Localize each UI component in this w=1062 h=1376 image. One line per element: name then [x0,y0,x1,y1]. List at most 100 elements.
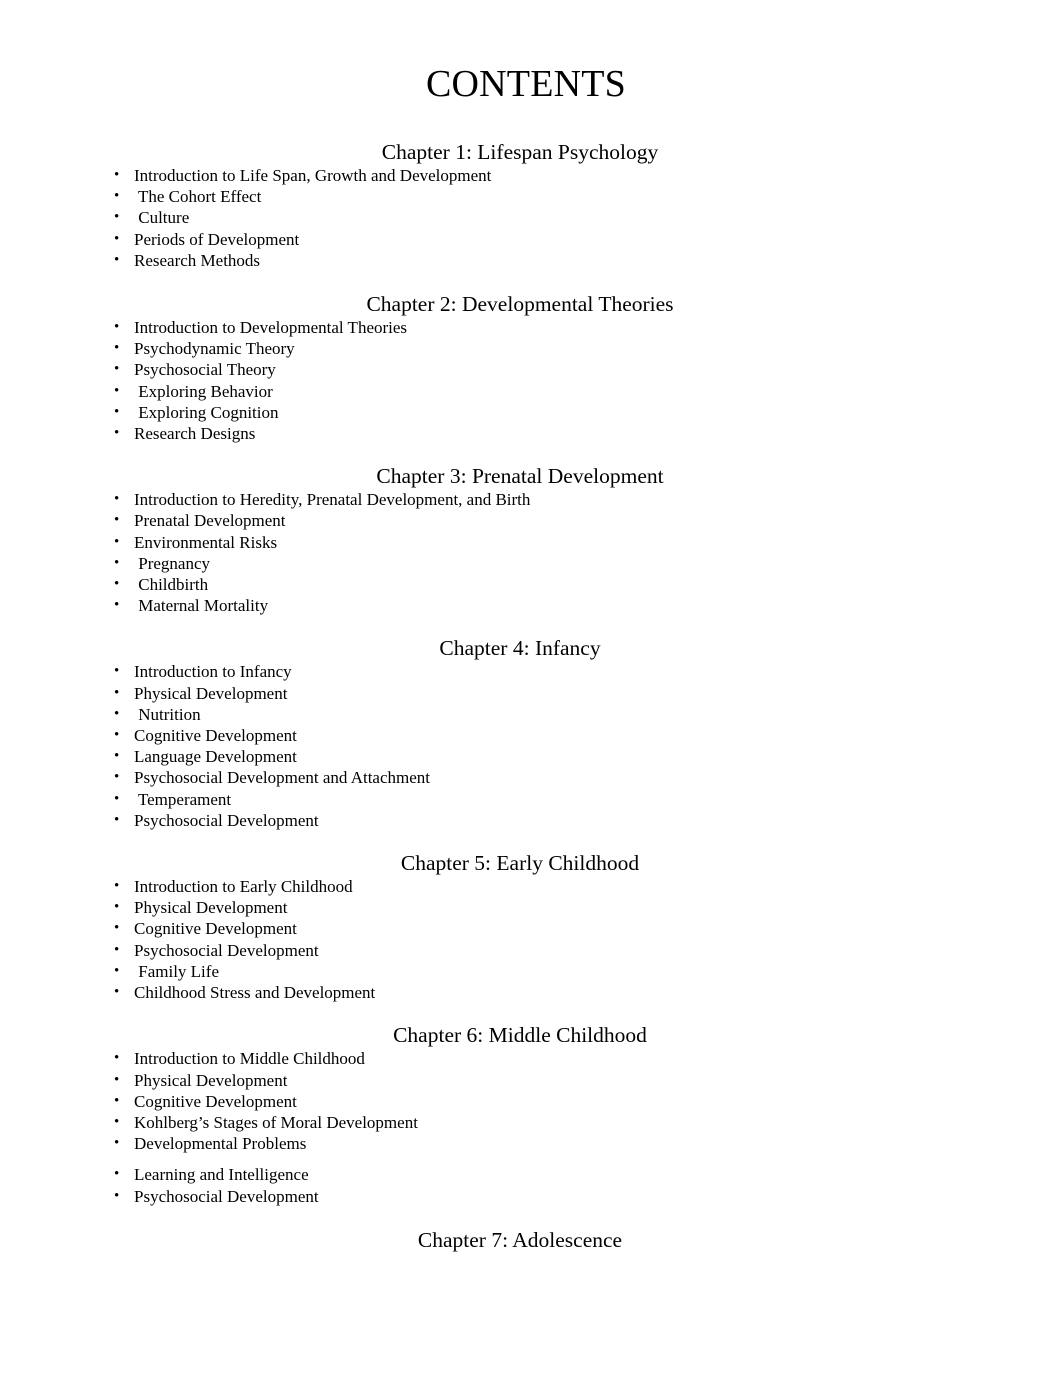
list-item[interactable]: • Psychodynamic Theory [0,338,1062,359]
list-item-label: Cognitive Development [134,726,297,746]
list-item-label: Exploring Cognition [134,402,279,422]
list-item[interactable]: • Physical Development [0,897,1062,918]
list-item-label: Introduction to Heredity, Prenatal Devel… [134,490,531,510]
list-item[interactable]: • Temperament [0,789,1062,810]
list-item-label: Family Life [134,961,219,981]
list-item-label: Exploring Behavior [134,381,273,401]
list-item[interactable]: • Maternal Mortality [0,595,1062,616]
bullet-icon: • [114,340,120,357]
list-item[interactable]: • Introduction to Heredity, Prenatal Deve… [0,489,1062,510]
list-item[interactable]: • Research Designs [0,423,1062,444]
list-item[interactable]: • Introduction to Infancy [0,661,1062,682]
bullet-icon: • [114,251,120,268]
list-item-label: Childbirth [134,575,209,595]
list-item-label: Environmental Risks [134,532,278,552]
list-item[interactable]: • Childbirth [0,574,1062,595]
list-item-label: Learning and Intelligence [134,1165,309,1185]
list-item[interactable]: • Developmental Problems [0,1133,1062,1154]
list-item[interactable]: • Prenatal Development [0,510,1062,531]
list-item[interactable]: • Exploring Behavior [0,381,1062,402]
bullet-icon: • [114,748,120,765]
table-of-contents: Chapter 1: Lifespan Psychology • Introduct… [0,140,1062,1253]
page-title: CONTENTS [425,63,627,105]
list-item-label: Language Development [134,747,297,767]
list-item[interactable]: • Cognitive Development [0,1091,1062,1112]
list-item[interactable]: • Physical Development [0,1070,1062,1091]
list-item[interactable]: • Culture [0,207,1062,228]
list-item[interactable]: • The Cohort Effect [0,186,1062,207]
list-item-label: Psychodynamic Theory [134,339,295,359]
list-spacer [0,1154,1062,1164]
list-item[interactable]: • Family Life [0,961,1062,982]
list-item[interactable]: • Kohlberg’s Stages of Moral Development [0,1112,1062,1133]
bullet-icon: • [114,1166,120,1183]
list-item[interactable]: • Exploring Cognition [0,402,1062,423]
bullet-icon: • [114,684,120,701]
chapter-heading: Chapter 6: Middle Childhood [393,1023,647,1048]
list-item-label: Pregnancy [134,553,211,573]
bullet-icon: • [114,899,120,916]
list-item[interactable]: • Cognitive Development [0,918,1062,939]
chapter-topic-list: • Introduction to Middle Childhood • Physic… [0,1048,1062,1206]
list-item[interactable]: • Cognitive Development [0,725,1062,746]
chapter-section: Chapter 4: Infancy • Introduction to Infan… [0,636,1062,831]
list-item-label: Research Designs [134,424,256,444]
bullet-icon: • [114,512,120,529]
bullet-icon: • [114,1050,120,1067]
list-item-label: Psychosocial Development and Attachment [134,768,431,788]
list-item[interactable]: • Nutrition [0,704,1062,725]
chapter-heading: Chapter 3: Prenatal Development [376,464,664,489]
list-item[interactable]: • Research Methods [0,250,1062,271]
list-item-label: Psychosocial Theory [134,360,276,380]
list-item-label: Temperament [134,789,232,809]
list-item[interactable]: • Learning and Intelligence [0,1164,1062,1185]
list-item-label: Introduction to Infancy [134,662,292,682]
list-item[interactable]: • Physical Development [0,683,1062,704]
bullet-icon: • [114,167,120,183]
bullet-icon: • [114,209,120,226]
chapter-heading: Chapter 4: Infancy [439,636,601,661]
list-item[interactable]: • Pregnancy [0,553,1062,574]
list-item[interactable]: • Introduction to Middle Childhood [0,1048,1062,1069]
list-item[interactable]: • Psychosocial Development and Attachment [0,767,1062,788]
list-item-label: Introduction to Developmental Theories [134,318,408,338]
bullet-icon: • [114,920,120,937]
list-item[interactable]: • Psychosocial Development [0,1186,1062,1207]
list-item[interactable]: • Introduction to Early Childhood [0,876,1062,897]
bullet-icon: • [114,769,120,786]
chapter-section: Chapter 7: Adolescence [0,1228,1062,1253]
bullet-icon: • [114,230,120,247]
bullet-icon: • [114,403,120,420]
list-item[interactable]: • Psychosocial Theory [0,359,1062,380]
list-item-label: Introduction to Middle Childhood [134,1049,365,1069]
list-item[interactable]: • Periods of Development [0,229,1062,250]
list-item[interactable]: • Introduction to Life Span, Growth and D… [0,165,1062,186]
list-item[interactable]: • Childhood Stress and Development [0,982,1062,1003]
list-item[interactable]: • Introduction to Developmental Theories [0,317,1062,338]
chapter-heading: Chapter 5: Early Childhood [400,851,640,876]
bullet-icon: • [114,576,120,593]
bullet-icon: • [114,811,120,828]
bullet-icon: • [114,533,120,550]
list-item[interactable]: • Psychosocial Development [0,810,1062,831]
bullet-icon: • [114,554,120,571]
list-item-label: Prenatal Development [134,511,286,531]
bullet-icon: • [114,491,120,508]
bullet-icon: • [114,878,120,895]
chapter-section: Chapter 3: Prenatal Development • Introduc… [0,464,1062,616]
list-item[interactable]: • Environmental Risks [0,532,1062,553]
list-item-label: Cognitive Development [134,919,297,939]
chapter-section: Chapter 1: Lifespan Psychology • Introduct… [0,140,1062,271]
bullet-icon: • [114,1092,120,1109]
list-item[interactable]: • Language Development [0,746,1062,767]
list-item-label: Cognitive Development [134,1091,297,1111]
list-item-label: Nutrition [134,704,201,724]
list-item[interactable]: • Psychosocial Development [0,940,1062,961]
list-item-label: The Cohort Effect [134,187,262,207]
list-item-label: Physical Development [134,1070,288,1090]
bullet-icon: • [114,1113,120,1130]
bullet-icon: • [114,382,120,399]
